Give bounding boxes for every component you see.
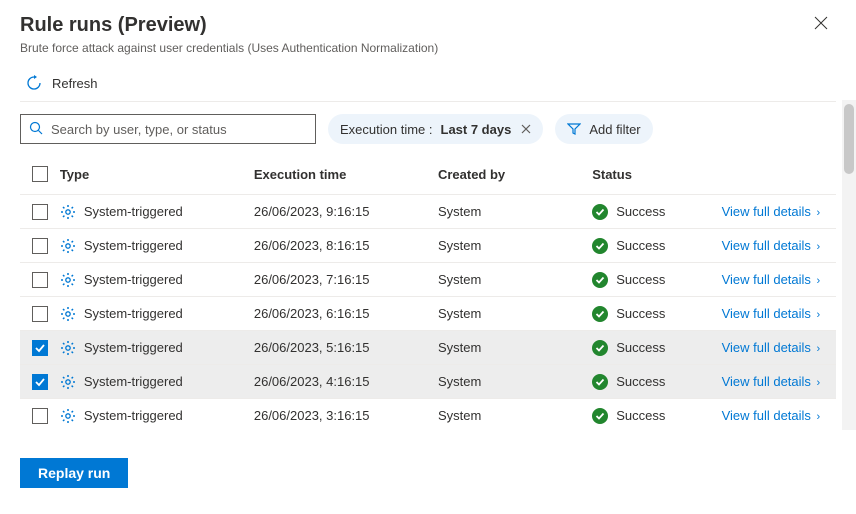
table-row[interactable]: System-triggered 26/06/2023, 8:16:15Syste… xyxy=(20,228,836,262)
view-details-link[interactable]: View full details › xyxy=(722,340,836,355)
chevron-right-icon: › xyxy=(817,309,821,321)
cell-execution-time: 26/06/2023, 5:16:15 xyxy=(254,340,438,355)
page-subtitle: Brute force attack against user credenti… xyxy=(20,41,836,55)
view-details-link[interactable]: View full details › xyxy=(722,238,836,253)
cell-type: System-triggered xyxy=(84,408,183,423)
cell-execution-time: 26/06/2023, 7:16:15 xyxy=(254,272,438,287)
table-row[interactable]: System-triggered 26/06/2023, 3:16:15Syste… xyxy=(20,398,836,432)
cell-created-by: System xyxy=(438,408,592,423)
gear-icon xyxy=(60,306,76,322)
cell-type: System-triggered xyxy=(84,238,183,253)
gear-icon xyxy=(60,408,76,424)
cell-type: System-triggered xyxy=(84,204,183,219)
table-header: Type Execution time Created by Status xyxy=(20,154,836,194)
gear-icon xyxy=(60,238,76,254)
scrollbar-thumb[interactable] xyxy=(844,104,854,174)
cell-type: System-triggered xyxy=(84,374,183,389)
row-checkbox[interactable] xyxy=(32,238,48,254)
add-filter-button[interactable]: Add filter xyxy=(555,114,652,144)
view-details-link[interactable]: View full details › xyxy=(722,374,836,389)
cell-execution-time: 26/06/2023, 8:16:15 xyxy=(254,238,438,253)
cell-status: Success xyxy=(616,272,665,287)
success-icon xyxy=(592,204,608,220)
row-checkbox[interactable] xyxy=(32,408,48,424)
replay-run-button[interactable]: Replay run xyxy=(20,458,128,488)
refresh-icon xyxy=(26,75,42,91)
page-title: Rule runs (Preview) xyxy=(20,14,836,37)
cell-status: Success xyxy=(616,238,665,253)
col-header-execution-time[interactable]: Execution time xyxy=(254,167,438,182)
cell-created-by: System xyxy=(438,204,592,219)
cell-created-by: System xyxy=(438,340,592,355)
cell-execution-time: 26/06/2023, 3:16:15 xyxy=(254,408,438,423)
success-icon xyxy=(592,374,608,390)
view-details-link[interactable]: View full details › xyxy=(722,272,836,287)
table-row[interactable]: System-triggered 26/06/2023, 7:16:15Syste… xyxy=(20,262,836,296)
filter-value: Last 7 days xyxy=(441,122,512,137)
chevron-right-icon: › xyxy=(817,241,821,253)
cell-created-by: System xyxy=(438,306,592,321)
gear-icon xyxy=(60,340,76,356)
filter-icon xyxy=(567,122,581,136)
cell-status: Success xyxy=(616,408,665,423)
gear-icon xyxy=(60,374,76,390)
row-checkbox[interactable] xyxy=(32,374,48,390)
cell-status: Success xyxy=(616,340,665,355)
add-filter-label: Add filter xyxy=(589,122,640,137)
cell-status: Success xyxy=(616,306,665,321)
refresh-label: Refresh xyxy=(52,76,98,91)
cell-created-by: System xyxy=(438,374,592,389)
gear-icon xyxy=(60,272,76,288)
view-details-link[interactable]: View full details › xyxy=(722,306,836,321)
remove-filter-icon[interactable] xyxy=(521,124,531,134)
filter-label: Execution time : xyxy=(340,122,433,137)
table-row[interactable]: System-triggered 26/06/2023, 9:16:15Syste… xyxy=(20,194,836,228)
cell-execution-time: 26/06/2023, 6:16:15 xyxy=(254,306,438,321)
view-details-link[interactable]: View full details › xyxy=(722,408,836,423)
col-header-created-by[interactable]: Created by xyxy=(438,167,592,182)
row-checkbox[interactable] xyxy=(32,272,48,288)
cell-execution-time: 26/06/2023, 9:16:15 xyxy=(254,204,438,219)
cell-created-by: System xyxy=(438,272,592,287)
view-details-link[interactable]: View full details › xyxy=(722,204,836,219)
cell-type: System-triggered xyxy=(84,306,183,321)
success-icon xyxy=(592,272,608,288)
chevron-right-icon: › xyxy=(817,377,821,389)
row-checkbox[interactable] xyxy=(32,306,48,322)
cell-type: System-triggered xyxy=(84,272,183,287)
table-row[interactable]: System-triggered 26/06/2023, 6:16:15Syste… xyxy=(20,296,836,330)
success-icon xyxy=(592,340,608,356)
search-input[interactable] xyxy=(51,122,307,137)
chevron-right-icon: › xyxy=(817,275,821,287)
select-all-checkbox[interactable] xyxy=(32,166,48,182)
chevron-right-icon: › xyxy=(817,411,821,423)
gear-icon xyxy=(60,204,76,220)
search-input-wrap[interactable] xyxy=(20,114,316,144)
success-icon xyxy=(592,238,608,254)
filter-pill-execution-time[interactable]: Execution time : Last 7 days xyxy=(328,114,543,144)
row-checkbox[interactable] xyxy=(32,204,48,220)
cell-created-by: System xyxy=(438,238,592,253)
cell-execution-time: 26/06/2023, 4:16:15 xyxy=(254,374,438,389)
success-icon xyxy=(592,408,608,424)
close-button[interactable] xyxy=(814,16,828,33)
chevron-right-icon: › xyxy=(817,343,821,355)
row-checkbox[interactable] xyxy=(32,340,48,356)
table-row[interactable]: System-triggered 26/06/2023, 5:16:15Syste… xyxy=(20,330,836,364)
cell-status: Success xyxy=(616,204,665,219)
success-icon xyxy=(592,306,608,322)
col-header-type[interactable]: Type xyxy=(60,167,254,182)
table-row[interactable]: System-triggered 26/06/2023, 4:16:15Syste… xyxy=(20,364,836,398)
cell-status: Success xyxy=(616,374,665,389)
col-header-status[interactable]: Status xyxy=(592,167,721,182)
refresh-button[interactable]: Refresh xyxy=(20,69,836,102)
cell-type: System-triggered xyxy=(84,340,183,355)
search-icon xyxy=(29,121,43,138)
chevron-right-icon: › xyxy=(817,207,821,219)
